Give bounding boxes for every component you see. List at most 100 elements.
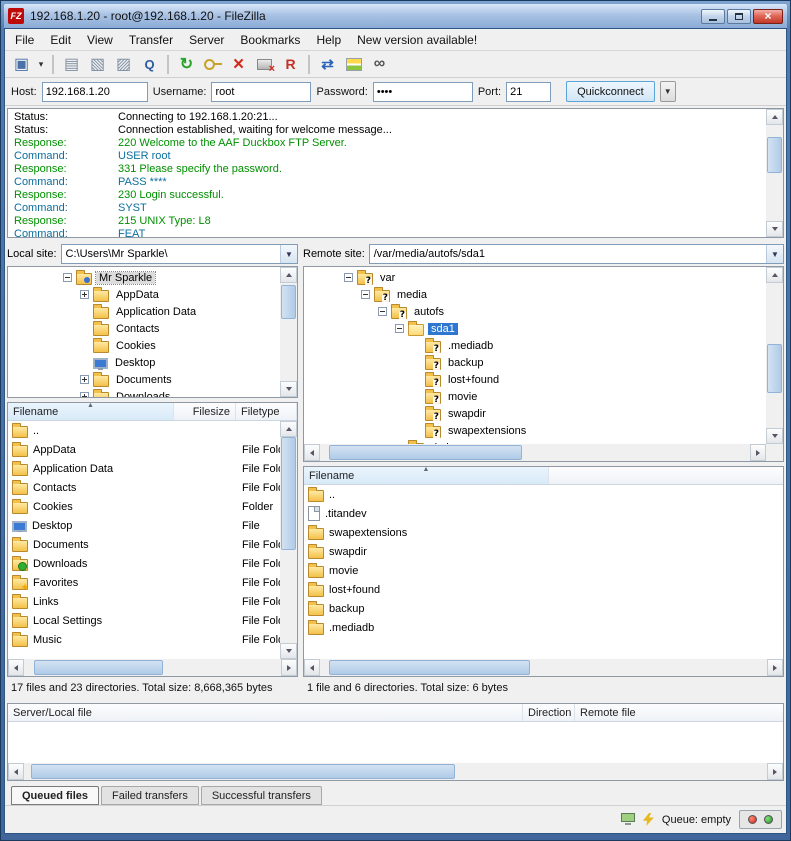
username-input[interactable] bbox=[211, 82, 311, 102]
quickconnect-dropdown-button[interactable]: ▼ bbox=[660, 81, 676, 102]
expander-icon[interactable] bbox=[361, 290, 370, 299]
tab-failed-transfers[interactable]: Failed transfers bbox=[101, 786, 199, 805]
remote-file-lost-found[interactable]: lost+found bbox=[304, 580, 783, 599]
remote-file-backup[interactable]: backup bbox=[304, 599, 783, 618]
remote-tree-item-swapextensions[interactable]: swapextensions bbox=[304, 422, 766, 439]
local-tree-item-contacts[interactable]: Contacts bbox=[8, 320, 280, 337]
quickconnect-button[interactable]: Quickconnect bbox=[566, 81, 655, 102]
local-list-hscrollbar[interactable] bbox=[8, 659, 297, 676]
scrollbar-thumb[interactable] bbox=[329, 660, 530, 675]
expander-icon[interactable] bbox=[80, 392, 89, 397]
remote-file-movie[interactable]: movie bbox=[304, 561, 783, 580]
local-file-application-data[interactable]: Application Data File Folder bbox=[8, 459, 280, 478]
toggle-message-log-icon[interactable] bbox=[59, 53, 84, 76]
remote-tree-hscrollbar[interactable] bbox=[304, 444, 766, 461]
scroll-down-icon[interactable] bbox=[280, 643, 297, 659]
column-header-direction[interactable]: Direction bbox=[523, 704, 575, 721]
menu-item-new-version-available[interactable]: New version available! bbox=[349, 29, 485, 50]
local-file-cookies[interactable]: Cookies Folder bbox=[8, 497, 280, 516]
scroll-right-icon[interactable] bbox=[767, 763, 783, 780]
scroll-down-icon[interactable] bbox=[766, 221, 783, 237]
scrollbar-thumb[interactable] bbox=[767, 344, 782, 393]
column-header-remote-file[interactable]: Remote file bbox=[575, 704, 783, 721]
scrollbar-thumb[interactable] bbox=[767, 137, 782, 173]
remote-list-hscrollbar[interactable] bbox=[304, 659, 783, 676]
scroll-right-icon[interactable] bbox=[767, 659, 783, 676]
column-header-server-local-file[interactable]: Server/Local file bbox=[8, 704, 523, 721]
scrollbar-thumb[interactable] bbox=[281, 437, 296, 550]
remote-tree-item-movie[interactable]: movie bbox=[304, 388, 766, 405]
remote-file-swapdir[interactable]: swapdir bbox=[304, 542, 783, 561]
remote-tree-item-media[interactable]: media bbox=[304, 286, 766, 303]
scroll-left-icon[interactable] bbox=[304, 659, 320, 676]
tab-successful-transfers[interactable]: Successful transfers bbox=[201, 786, 322, 805]
scrollbar-thumb[interactable] bbox=[31, 764, 455, 779]
local-file-appdata[interactable]: AppData File Folder bbox=[8, 440, 280, 459]
maximize-button[interactable] bbox=[727, 9, 751, 24]
scroll-up-icon[interactable] bbox=[766, 109, 783, 125]
scroll-left-icon[interactable] bbox=[8, 659, 24, 676]
expander-icon[interactable] bbox=[80, 290, 89, 299]
scroll-right-icon[interactable] bbox=[750, 444, 766, 461]
column-header-filetype[interactable]: Filetype bbox=[236, 403, 297, 420]
expander-icon[interactable] bbox=[344, 273, 353, 282]
minimize-button[interactable] bbox=[701, 9, 725, 24]
remote-site-dropdown-icon[interactable]: ▼ bbox=[766, 245, 783, 263]
expander-icon[interactable] bbox=[378, 307, 387, 316]
toggle-remote-tree-icon[interactable] bbox=[111, 53, 136, 76]
monitor-icon[interactable] bbox=[621, 813, 635, 826]
disconnect-icon[interactable] bbox=[252, 53, 277, 76]
local-tree-item-documents[interactable]: Documents bbox=[8, 371, 280, 388]
scroll-left-icon[interactable] bbox=[304, 444, 320, 461]
expander-icon[interactable] bbox=[80, 375, 89, 384]
local-tree-item-desktop[interactable]: Desktop bbox=[8, 354, 280, 371]
tab-queued-files[interactable]: Queued files bbox=[11, 786, 99, 805]
site-manager-dropdown-icon[interactable] bbox=[35, 53, 47, 76]
local-file-desktop[interactable]: Desktop File bbox=[8, 516, 280, 535]
remote-tree-item-backup[interactable]: backup bbox=[304, 354, 766, 371]
refresh-icon[interactable] bbox=[174, 53, 199, 76]
reconnect-icon[interactable] bbox=[278, 53, 303, 76]
cancel-operation-icon[interactable] bbox=[226, 53, 251, 76]
local-file-links[interactable]: Links File Folder bbox=[8, 592, 280, 611]
close-button[interactable]: × bbox=[753, 9, 783, 24]
local-file-contacts[interactable]: Contacts File Folder bbox=[8, 478, 280, 497]
queue-hscrollbar[interactable] bbox=[8, 763, 783, 780]
local-tree-item-downloads[interactable]: Downloads bbox=[8, 388, 280, 397]
remote-tree-item-var[interactable]: var bbox=[304, 269, 766, 286]
menu-item-bookmarks[interactable]: Bookmarks bbox=[232, 29, 308, 50]
local-file-music[interactable]: Music File Folder bbox=[8, 630, 280, 649]
remote-tree-item-swapdir[interactable]: swapdir bbox=[304, 405, 766, 422]
local-site-dropdown-icon[interactable]: ▼ bbox=[280, 245, 297, 263]
remote-tree-item-autofs[interactable]: autofs bbox=[304, 303, 766, 320]
menu-item-edit[interactable]: Edit bbox=[42, 29, 79, 50]
scroll-down-icon[interactable] bbox=[280, 381, 297, 397]
local-list-vscrollbar[interactable] bbox=[280, 421, 297, 659]
scroll-left-icon[interactable] bbox=[8, 763, 24, 780]
scroll-up-icon[interactable] bbox=[766, 267, 783, 283]
menu-item-help[interactable]: Help bbox=[308, 29, 349, 50]
column-header-filename[interactable]: ▲ Filename bbox=[8, 403, 174, 420]
column-header-filename[interactable]: ▲ Filename bbox=[304, 467, 549, 484]
password-input[interactable] bbox=[373, 82, 473, 102]
local-file-favorites[interactable]: Favorites File Folder bbox=[8, 573, 280, 592]
remote-file-[interactable]: .. bbox=[304, 485, 783, 504]
expander-icon[interactable] bbox=[395, 324, 404, 333]
local-file-[interactable]: .. bbox=[8, 421, 280, 440]
menu-item-server[interactable]: Server bbox=[181, 29, 232, 50]
menu-item-transfer[interactable]: Transfer bbox=[121, 29, 181, 50]
menu-item-view[interactable]: View bbox=[79, 29, 121, 50]
remote-file-swapextensions[interactable]: swapextensions bbox=[304, 523, 783, 542]
site-manager-icon[interactable] bbox=[9, 53, 34, 76]
scrollbar-thumb[interactable] bbox=[281, 285, 296, 319]
remote-tree-vscrollbar[interactable] bbox=[766, 267, 783, 444]
local-tree-scrollbar[interactable] bbox=[280, 267, 297, 397]
local-tree-item-mr-sparkle[interactable]: Mr Sparkle bbox=[8, 269, 280, 286]
find-files-icon[interactable] bbox=[367, 53, 392, 76]
host-input[interactable] bbox=[42, 82, 148, 102]
local-tree-item-appdata[interactable]: AppData bbox=[8, 286, 280, 303]
expander-icon[interactable] bbox=[63, 273, 72, 282]
remote-tree-item-lost-found[interactable]: lost+found bbox=[304, 371, 766, 388]
scroll-up-icon[interactable] bbox=[280, 267, 297, 283]
toggle-local-tree-icon[interactable] bbox=[85, 53, 110, 76]
